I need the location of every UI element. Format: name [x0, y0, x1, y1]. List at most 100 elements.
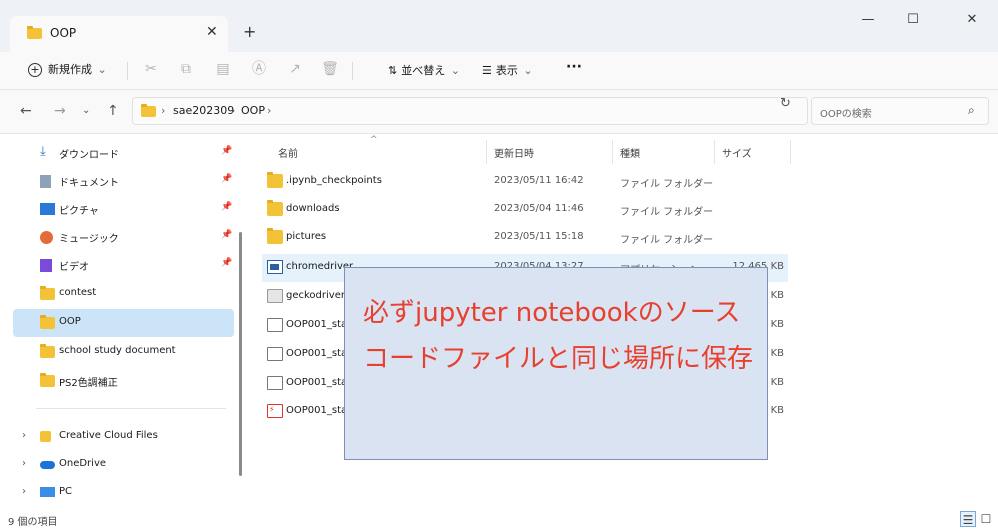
search-icon: ⌕ [968, 103, 975, 117]
nav-item-onedrive[interactable]: › OneDrive [13, 451, 234, 479]
music-icon [40, 231, 53, 244]
file-date: 2023/05/04 11:46 [494, 203, 584, 214]
nav-item-contest[interactable]: contest [13, 280, 234, 308]
nav-item-creative-cloud-files[interactable]: › Creative Cloud Files [13, 423, 234, 451]
back-arrow-icon[interactable]: ← [20, 103, 32, 119]
address-bar[interactable]: › sae202309 › OOP › ⌄ [132, 97, 897, 125]
folder-icon [141, 104, 156, 117]
file-row[interactable]: .ipynb_checkpoints 2023/05/11 16:42 ファイル… [262, 168, 788, 196]
document-icon [40, 175, 51, 188]
chevron-right-icon[interactable]: › [22, 430, 26, 441]
file-icon [267, 318, 283, 332]
pin-icon: 📌 [221, 202, 233, 212]
column-header-size[interactable]: サイズ [722, 145, 752, 160]
annotation-text: 必ずjupyter notebookのソースコードファイルと同じ場所に保存 [363, 298, 754, 374]
tab-oop[interactable]: OOP ✕ [10, 16, 228, 52]
nav-item-label: ミュージック [59, 234, 119, 245]
folder-icon [40, 315, 55, 329]
folder-icon [267, 200, 283, 216]
recent-locations-chevron-icon[interactable]: ⌄ [82, 105, 90, 116]
status-bar: 9 個の項目 ☰ ☐ [0, 509, 998, 529]
nav-item-pictures[interactable]: ピクチャ 📌 [13, 195, 234, 223]
chevron-down-icon: ⌄ [450, 64, 460, 77]
search-box[interactable]: OOPの検索 ⌕ [811, 97, 989, 125]
navigation-pane: ⤓ ダウンロード 📌 ドキュメント 📌 ピクチャ 📌 ミュージック 📌 ビデオ … [0, 134, 246, 509]
nav-item-documents[interactable]: ドキュメント 📌 [13, 167, 234, 195]
breadcrumb-separator: › [231, 104, 236, 117]
view-button[interactable]: ☰ 表示 ⌄ [482, 62, 533, 78]
nav-item-videos[interactable]: ビデオ 📌 [13, 251, 234, 279]
file-type: ファイル フォルダー [620, 207, 714, 218]
sort-button[interactable]: ⇅ 並べ替え ⌄ [388, 62, 460, 78]
nav-item-pc[interactable]: › PC [13, 479, 234, 507]
item-count: 9 個の項目 [8, 517, 58, 528]
nav-item-label: ピクチャ [59, 206, 99, 217]
file-name: downloads [286, 203, 340, 214]
copy-icon[interactable]: ⧉ [177, 60, 195, 78]
nav-divider [36, 408, 226, 409]
nav-item-label: school study document [59, 345, 176, 356]
folder-icon [40, 373, 55, 387]
paste-icon[interactable]: ▤ [214, 60, 232, 78]
column-header-date[interactable]: 更新日時 [494, 145, 534, 160]
file-row[interactable]: downloads 2023/05/04 11:46 ファイル フォルダー [262, 196, 788, 224]
chevron-right-icon[interactable]: › [22, 486, 26, 497]
forward-arrow-icon[interactable]: → [54, 103, 66, 119]
breadcrumb-separator: › [267, 104, 272, 117]
pin-icon: 📌 [221, 146, 233, 156]
onedrive-icon [40, 461, 55, 469]
breadcrumb-separator: › [161, 104, 166, 117]
maximize-button[interactable]: ☐ [893, 8, 933, 32]
nav-item-label: PS2色調補正 [59, 378, 118, 389]
nav-item-oop[interactable]: OOP [13, 309, 234, 337]
nav-scrollbar[interactable] [239, 232, 242, 476]
details-view-icon[interactable]: ☰ [960, 511, 976, 527]
folder-icon [27, 26, 42, 39]
new-button[interactable]: + 新規作成 ⌄ [28, 61, 107, 77]
column-header-name[interactable]: 名前 [278, 145, 298, 160]
file-row[interactable]: pictures 2023/05/11 15:18 ファイル フォルダー [262, 224, 788, 252]
chevron-down-icon: ⌄ [97, 63, 107, 76]
rename-icon[interactable]: Ⓐ [250, 60, 268, 78]
nav-item-label: PC [59, 486, 73, 497]
new-tab-button[interactable]: + [243, 22, 256, 41]
more-options-button[interactable]: ··· [566, 59, 582, 75]
share-icon[interactable]: ↗ [286, 60, 304, 78]
address-row: ← → ⌄ ↑ › sae202309 › OOP › ⌄ ↻ OOPの検索 ⌕ [0, 90, 998, 134]
chevron-right-icon[interactable]: › [22, 458, 26, 469]
tab-close-icon[interactable]: ✕ [206, 24, 218, 40]
up-arrow-icon[interactable]: ↑ [107, 103, 119, 119]
column-separator [714, 140, 715, 164]
nav-item-downloads[interactable]: ⤓ ダウンロード 📌 [13, 139, 234, 167]
refresh-icon[interactable]: ↻ [780, 96, 791, 111]
tiles-view-icon[interactable]: ☐ [978, 511, 994, 527]
breadcrumb-sae202309[interactable]: sae202309 [173, 104, 234, 117]
nav-item-school-study-document[interactable]: school study document [13, 338, 234, 366]
minimize-button[interactable]: — [848, 8, 888, 32]
title-bar: OOP ✕ + — ☐ ✕ [0, 0, 998, 52]
nav-item-ps2-color-correction[interactable]: PS2色調補正 [13, 367, 234, 395]
file-name: OOP001_star [286, 319, 352, 330]
folder-icon [40, 344, 55, 358]
nav-item-label: OneDrive [59, 458, 107, 469]
pictures-icon [40, 203, 55, 215]
divider [352, 62, 353, 80]
file-name: .ipynb_checkpoints [286, 175, 382, 186]
annotation-callout: 必ずjupyter notebookのソースコードファイルと同じ場所に保存 [344, 267, 768, 460]
breadcrumb-oop[interactable]: OOP [241, 104, 265, 117]
text-file-icon [267, 289, 283, 303]
nav-item-music[interactable]: ミュージック 📌 [13, 223, 234, 251]
cut-icon[interactable]: ✂ [142, 60, 160, 78]
pin-icon: 📌 [221, 258, 233, 268]
file-name: geckodriver [286, 290, 345, 301]
column-separator [486, 140, 487, 164]
close-window-button[interactable]: ✕ [952, 8, 992, 32]
column-header-type[interactable]: 種類 [620, 145, 640, 160]
pc-icon [40, 487, 55, 497]
view-label: 表示 [495, 64, 518, 77]
delete-icon[interactable]: 🗑 [321, 60, 339, 78]
column-separator [790, 140, 791, 164]
download-icon: ⤓ [40, 144, 46, 159]
pin-icon: 📌 [221, 230, 233, 240]
application-icon [267, 260, 283, 274]
